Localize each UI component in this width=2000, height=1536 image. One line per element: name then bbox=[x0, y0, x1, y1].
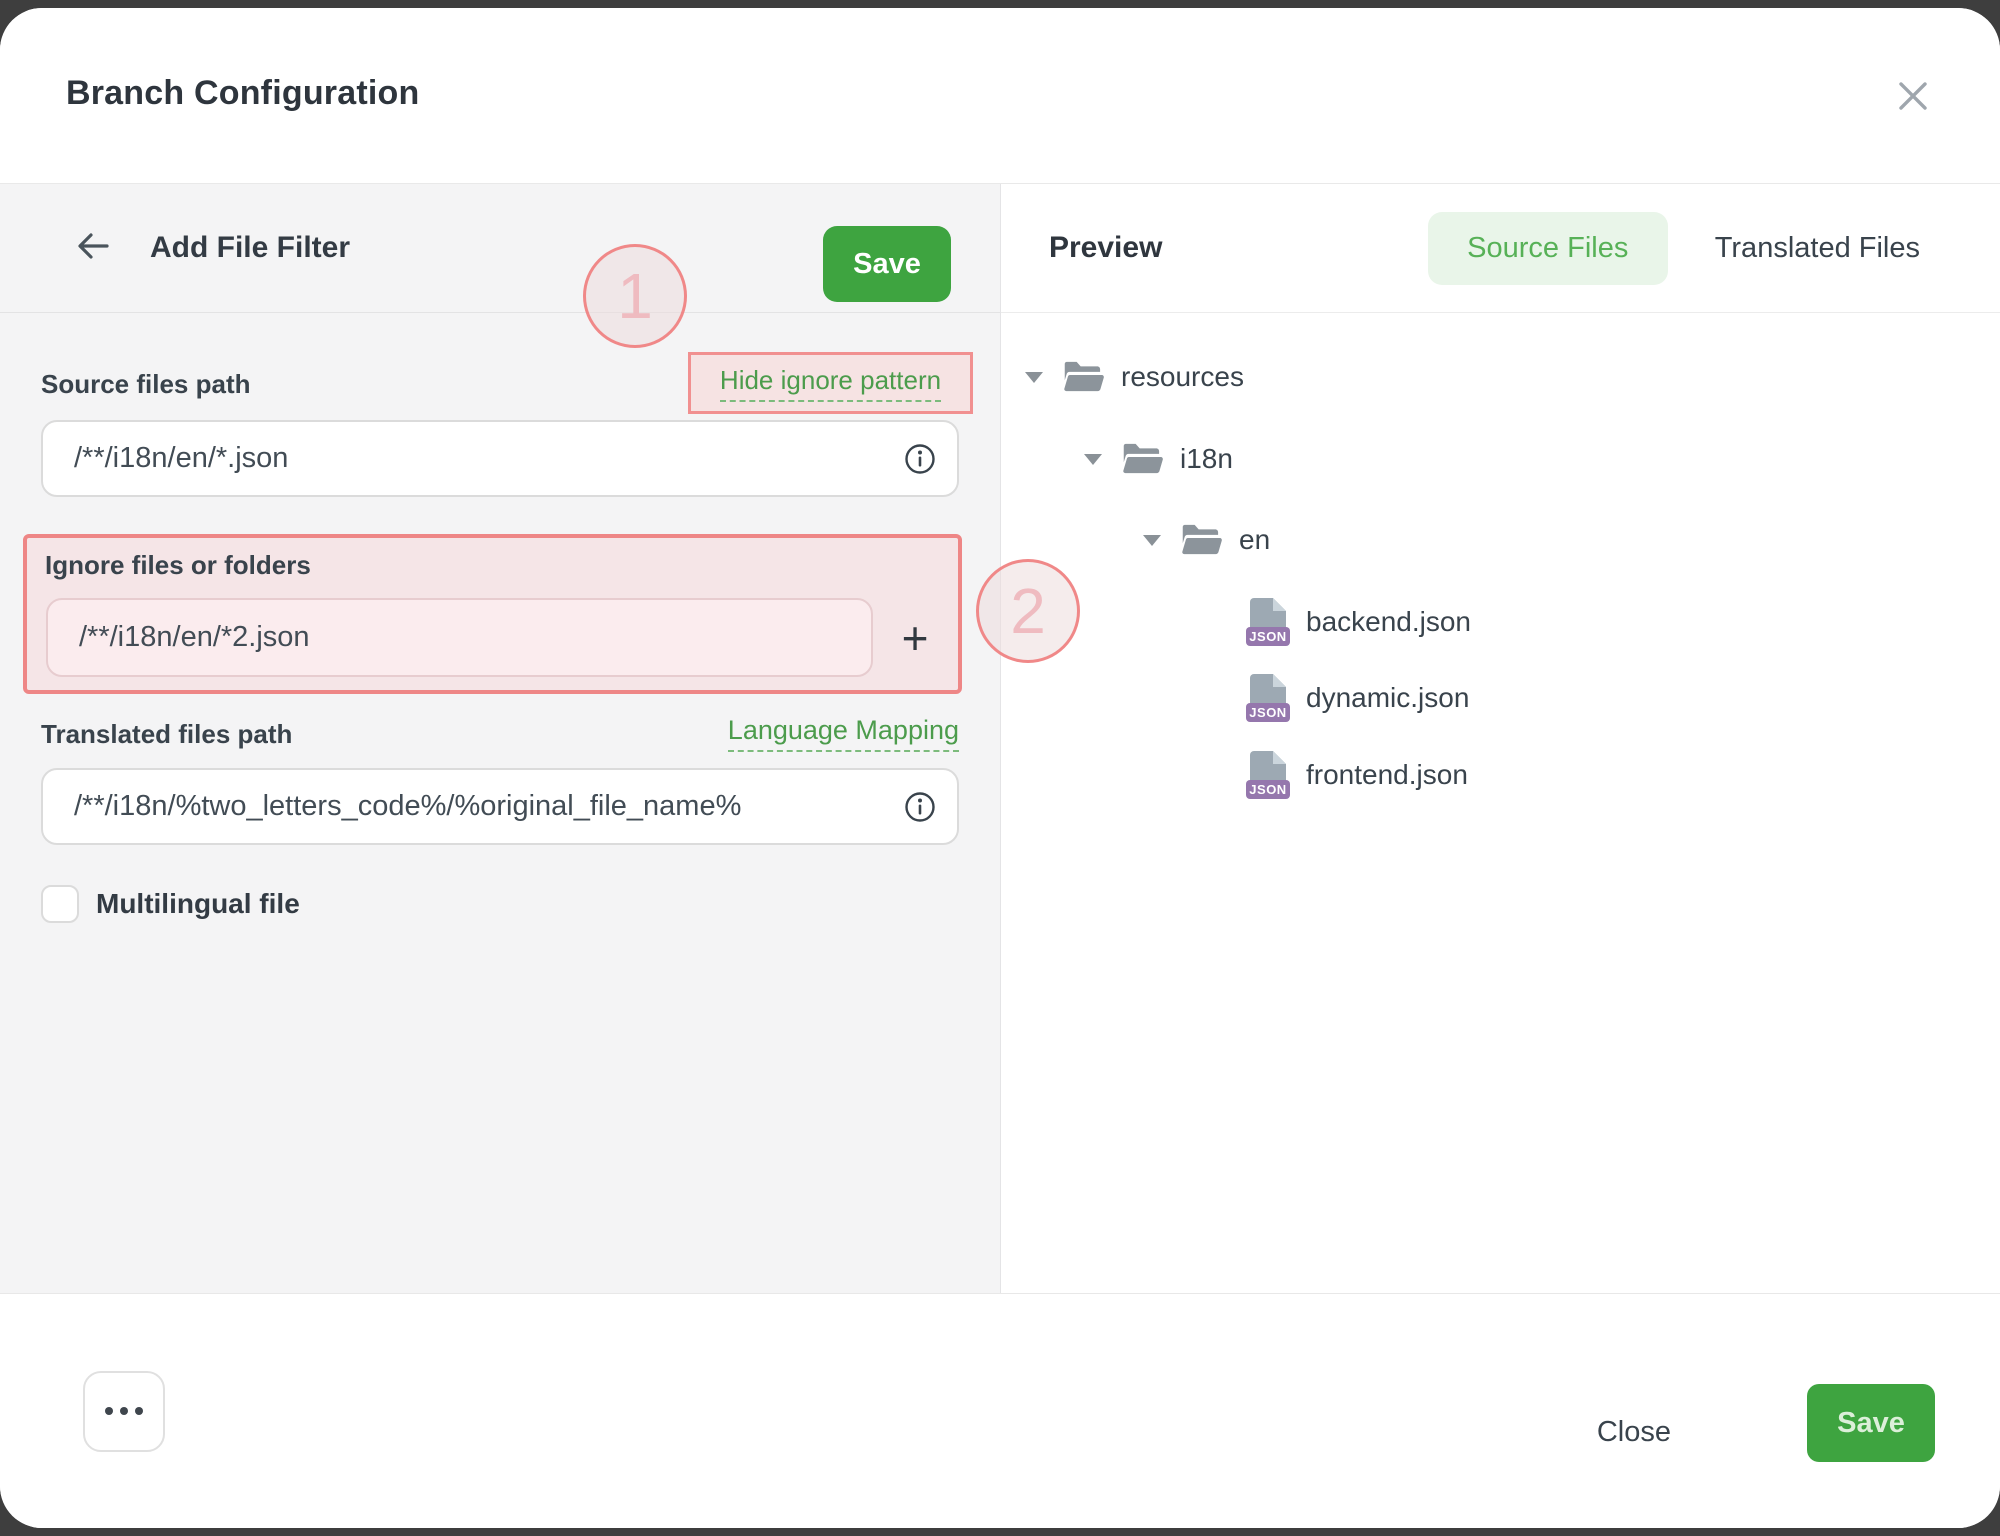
translated-files-path-input[interactable] bbox=[41, 768, 959, 845]
branch-configuration-dialog: Branch Configuration Add File Filter Sav… bbox=[0, 8, 2000, 1528]
plus-icon: + bbox=[902, 611, 929, 665]
source-files-path-label: Source files path bbox=[41, 369, 251, 400]
arrow-left-icon bbox=[73, 230, 113, 267]
json-badge: JSON bbox=[1246, 627, 1290, 646]
dialog-save-button[interactable]: Save bbox=[1807, 1384, 1935, 1462]
ellipsis-icon bbox=[105, 1407, 143, 1415]
dialog-title: Branch Configuration bbox=[66, 74, 419, 113]
json-badge: JSON bbox=[1246, 703, 1290, 722]
tree-item-folder[interactable]: en bbox=[1143, 516, 1270, 564]
back-button[interactable] bbox=[70, 225, 116, 271]
info-icon[interactable] bbox=[903, 790, 937, 824]
filter-save-button[interactable]: Save bbox=[823, 226, 951, 302]
tab-source-files[interactable]: Source Files bbox=[1428, 212, 1668, 285]
hide-ignore-pattern-highlight: Hide ignore pattern bbox=[688, 352, 973, 414]
json-file-icon: JSON bbox=[1246, 751, 1290, 799]
language-mapping-link[interactable]: Language Mapping bbox=[728, 715, 959, 752]
dialog-footer bbox=[0, 1293, 2000, 1528]
tab-translated-files[interactable]: Translated Files bbox=[1715, 232, 1920, 265]
close-button[interactable]: Close bbox=[1597, 1416, 1671, 1449]
json-badge: JSON bbox=[1246, 780, 1290, 799]
tree-item-file[interactable]: JSON frontend.json bbox=[1246, 751, 1468, 799]
hide-ignore-pattern-link[interactable]: Hide ignore pattern bbox=[720, 365, 941, 402]
folder-open-icon bbox=[1063, 357, 1105, 398]
tree-item-folder[interactable]: i18n bbox=[1084, 435, 1233, 483]
tree-item-label: resources bbox=[1121, 361, 1244, 393]
folder-open-icon bbox=[1181, 520, 1223, 561]
json-file-icon: JSON bbox=[1246, 598, 1290, 646]
tree-item-file[interactable]: JSON backend.json bbox=[1246, 598, 1471, 646]
panel-title: Add File Filter bbox=[150, 231, 350, 265]
dialog-title-bar: Branch Configuration bbox=[0, 8, 2000, 184]
caret-down-icon[interactable] bbox=[1143, 535, 1161, 546]
add-ignore-pattern-button[interactable]: + bbox=[882, 598, 948, 677]
ignore-files-label: Ignore files or folders bbox=[45, 550, 311, 581]
ignore-pattern-highlight: Ignore files or folders + bbox=[23, 534, 962, 694]
source-files-path-input[interactable] bbox=[41, 420, 959, 497]
tree-item-file[interactable]: JSON dynamic.json bbox=[1246, 674, 1469, 722]
translated-files-path-label: Translated files path bbox=[41, 719, 292, 750]
preview-title: Preview bbox=[1049, 231, 1162, 265]
caret-down-icon[interactable] bbox=[1084, 454, 1102, 465]
tree-item-label: backend.json bbox=[1306, 606, 1471, 638]
preview-header: Preview Source Files Translated Files bbox=[1001, 184, 2000, 313]
preview-tabs: Source Files Translated Files bbox=[1428, 212, 1920, 285]
close-dialog-button[interactable] bbox=[1888, 73, 1938, 123]
x-icon bbox=[1895, 78, 1931, 119]
tree-item-label: i18n bbox=[1180, 443, 1233, 475]
tree-item-label: dynamic.json bbox=[1306, 682, 1469, 714]
json-file-icon: JSON bbox=[1246, 674, 1290, 722]
caret-down-icon[interactable] bbox=[1025, 372, 1043, 383]
preview-panel: Preview Source Files Translated Files re… bbox=[1001, 184, 2000, 1293]
file-filter-panel: Add File Filter Save Source files path H… bbox=[0, 184, 1001, 1293]
tree-item-folder[interactable]: resources bbox=[1025, 353, 1244, 401]
folder-open-icon bbox=[1122, 439, 1164, 480]
multilingual-file-checkbox[interactable] bbox=[41, 885, 79, 923]
more-options-button[interactable] bbox=[83, 1371, 165, 1452]
tree-item-label: frontend.json bbox=[1306, 759, 1468, 791]
info-icon[interactable] bbox=[903, 442, 937, 476]
tree-item-label: en bbox=[1239, 524, 1270, 556]
ignore-pattern-input[interactable] bbox=[46, 598, 873, 677]
file-filter-header: Add File Filter Save bbox=[0, 184, 1000, 313]
multilingual-file-label: Multilingual file bbox=[96, 888, 300, 920]
